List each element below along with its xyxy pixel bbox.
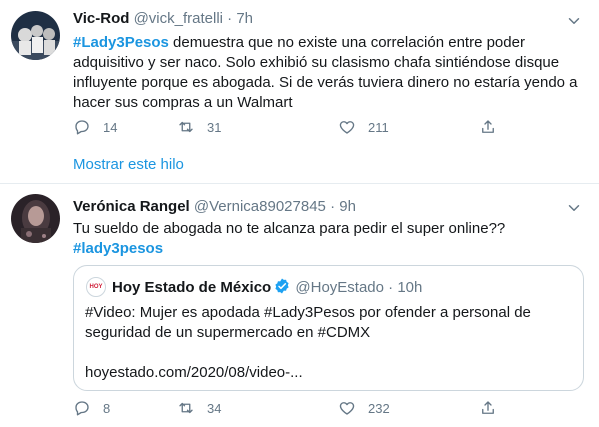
retweet-button[interactable]: 34: [177, 399, 221, 417]
reply-count: 14: [103, 119, 118, 135]
like-count: 232: [368, 400, 390, 416]
timestamp: 10h: [397, 279, 423, 296]
share-icon: [482, 401, 494, 414]
like-icon: [339, 121, 355, 134]
tweet-text: Tu sueldo de abogada no te alcanza para …: [73, 219, 593, 259]
share-button[interactable]: [479, 118, 509, 136]
text-line: demuestra que no existe una correlación …: [168, 34, 525, 51]
display-name[interactable]: Verónica Rangel: [73, 198, 190, 215]
caret-down-icon[interactable]: [565, 199, 583, 217]
separator: ·: [388, 279, 394, 296]
timestamp[interactable]: 9h: [339, 198, 356, 215]
text-line: seguridad de un supermercado en #CDMX: [85, 324, 371, 341]
display-name: Hoy Estado de México: [112, 279, 272, 296]
handle[interactable]: @vick_fratelli: [134, 10, 223, 27]
retweet-icon: [179, 121, 193, 133]
text-line: adquisitivo y ser naco. Solo exhibió su …: [73, 54, 560, 71]
like-button[interactable]: 211: [338, 118, 389, 136]
text-line: influyente porque es abogada. Si de verá…: [73, 74, 578, 91]
quote-link[interactable]: hoyestado.com/2020/08/video-...: [85, 363, 580, 383]
share-icon: [482, 120, 494, 133]
tweet-vic-rod[interactable]: Vic-Rod @vick_fratelli · 7h #Lady3Pesos …: [0, 0, 599, 183]
hoy-logo-text: HOY: [89, 284, 103, 290]
retweet-icon: [179, 402, 193, 414]
tweet-header: Vic-Rod @vick_fratelli · 7h: [73, 9, 253, 29]
text-line: #Video: Mujer es apodada #Lady3Pesos por…: [85, 304, 531, 321]
handle[interactable]: @Vernica89027845: [194, 198, 326, 215]
like-count: 211: [368, 119, 389, 135]
caret-down-icon[interactable]: [565, 12, 583, 30]
display-name[interactable]: Vic-Rod: [73, 10, 129, 27]
reply-button[interactable]: 14: [73, 118, 117, 136]
separator: ·: [227, 10, 233, 27]
tweet-header: Verónica Rangel @Vernica89027845 · 9h: [73, 197, 356, 217]
quote-avatar: HOY: [86, 277, 106, 297]
tweet-actions: 8 34 232: [73, 399, 513, 419]
quote-header: Hoy Estado de México @HoyEstado · 10h: [112, 277, 422, 298]
avatar[interactable]: [11, 11, 60, 60]
tweet-veronica-rangel[interactable]: Verónica Rangel @Vernica89027845 · 9h Tu…: [0, 184, 599, 427]
timestamp[interactable]: 7h: [236, 10, 253, 27]
handle: @HoyEstado: [295, 279, 384, 296]
reply-icon: [75, 401, 89, 416]
like-icon: [339, 402, 355, 415]
retweet-count: 34: [207, 400, 222, 416]
retweet-button[interactable]: 31: [177, 118, 221, 136]
tweet-actions: 14 31 211: [73, 118, 513, 138]
hashtag-link[interactable]: #lady3pesos: [73, 240, 163, 257]
reply-count: 8: [103, 400, 111, 416]
text-line: hacer sus compras a un Walmart: [73, 94, 293, 111]
separator: ·: [330, 198, 336, 215]
tweet-text: #Lady3Pesos demuestra que no existe una …: [73, 33, 593, 113]
verified-icon: [275, 278, 289, 294]
reply-button[interactable]: 8: [73, 399, 110, 417]
reply-icon: [75, 120, 89, 135]
quote-text: #Video: Mujer es apodada #Lady3Pesos por…: [85, 303, 580, 383]
show-thread-link[interactable]: Mostrar este hilo: [73, 156, 184, 173]
retweet-count: 31: [207, 119, 222, 135]
text-line: Tu sueldo de abogada no te alcanza para …: [73, 220, 506, 237]
quoted-tweet[interactable]: HOY Hoy Estado de México @HoyEstado · 10…: [73, 265, 584, 391]
avatar[interactable]: [11, 194, 60, 243]
share-button[interactable]: [479, 399, 509, 417]
like-button[interactable]: 232: [338, 399, 390, 417]
hashtag-link[interactable]: #Lady3Pesos: [73, 34, 169, 51]
